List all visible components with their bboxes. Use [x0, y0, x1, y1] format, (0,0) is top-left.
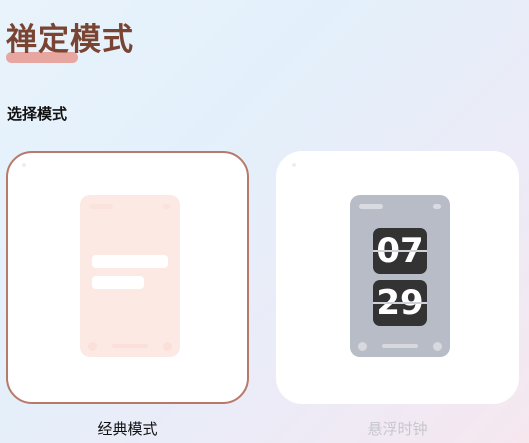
- battery-icon: [433, 204, 441, 209]
- status-bar-icon: [89, 204, 113, 209]
- flip-clock-hours: 07: [373, 228, 427, 274]
- nav-recent-icon: [433, 342, 442, 351]
- home-indicator: [382, 344, 418, 348]
- page-title-wrap: 禅定模式: [6, 18, 134, 63]
- floating-clock-mode-label[interactable]: 悬浮时钟: [276, 418, 519, 439]
- status-bar-icon: [359, 204, 383, 209]
- nav-back-icon: [88, 342, 97, 351]
- home-indicator: [112, 344, 148, 348]
- floating-clock-preview: 07 29: [350, 195, 450, 357]
- floating-clock-mode-card[interactable]: 07 29: [276, 151, 519, 404]
- nav-recent-icon: [163, 342, 172, 351]
- card-corner-dot: [292, 163, 296, 167]
- flip-clock-minutes: 29: [373, 280, 427, 326]
- card-corner-dot: [22, 163, 26, 167]
- nav-back-icon: [358, 342, 367, 351]
- preview-text-bar: [92, 255, 168, 268]
- section-label: 选择模式: [7, 105, 68, 123]
- classic-mode-card[interactable]: [6, 151, 249, 404]
- preview-text-bar: [92, 276, 144, 289]
- page-title: 禅定模式: [6, 22, 134, 58]
- classic-mode-preview: [80, 195, 180, 357]
- battery-icon: [163, 204, 171, 209]
- classic-mode-label[interactable]: 经典模式: [6, 418, 249, 439]
